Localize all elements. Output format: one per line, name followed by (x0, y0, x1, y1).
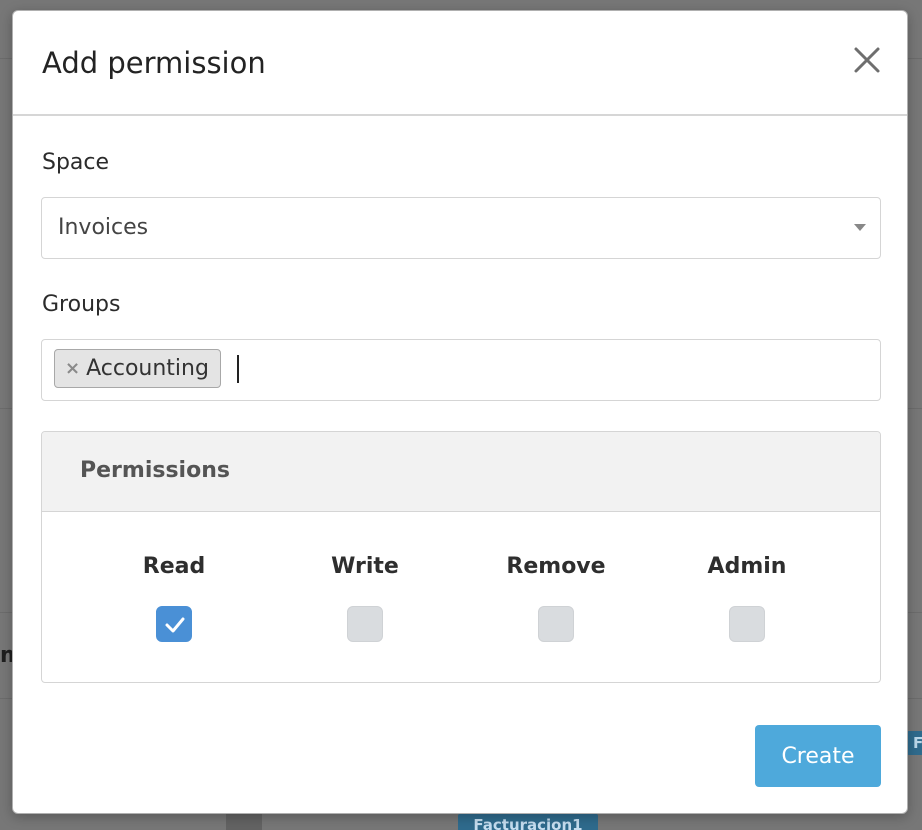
space-select[interactable]: Invoices (41, 197, 881, 259)
permission-read-label: Read (142, 554, 206, 579)
dialog-header: Add permission (13, 11, 907, 116)
read-checkbox[interactable] (156, 606, 192, 642)
background-block (226, 814, 262, 830)
permission-write-label: Write (331, 554, 399, 579)
permission-admin: Admin (687, 554, 807, 642)
create-button[interactable]: Create (755, 725, 881, 787)
caret-down-icon (854, 224, 866, 231)
background-tag-partial: F (907, 731, 922, 755)
background-tag: Facturacion1 (458, 814, 598, 830)
permission-admin-label: Admin (707, 554, 787, 579)
permissions-panel: Permissions Read Write Remove Admin (41, 431, 881, 683)
space-select-value: Invoices (58, 215, 149, 240)
permission-remove-label: Remove (506, 554, 606, 579)
permissions-heading: Permissions (80, 458, 230, 483)
text-cursor (237, 355, 239, 383)
group-tag: × Accounting (54, 349, 221, 388)
tag-remove-icon[interactable]: × (65, 359, 80, 378)
permission-read: Read (114, 554, 234, 642)
group-tag-label: Accounting (86, 355, 209, 381)
checkmark-icon (165, 617, 185, 633)
add-permission-dialog: Add permission Space Invoices Groups × A… (12, 10, 908, 814)
admin-checkbox[interactable] (729, 606, 765, 642)
permission-write: Write (305, 554, 425, 642)
groups-label: Groups (42, 292, 121, 317)
groups-input[interactable]: × Accounting (41, 339, 881, 401)
write-checkbox[interactable] (347, 606, 383, 642)
close-button[interactable] (851, 44, 883, 76)
remove-checkbox[interactable] (538, 606, 574, 642)
permission-remove: Remove (496, 554, 616, 642)
space-label: Space (42, 150, 110, 175)
dialog-title: Add permission (42, 46, 266, 80)
close-icon (854, 47, 880, 73)
permissions-panel-header: Permissions (42, 432, 880, 512)
